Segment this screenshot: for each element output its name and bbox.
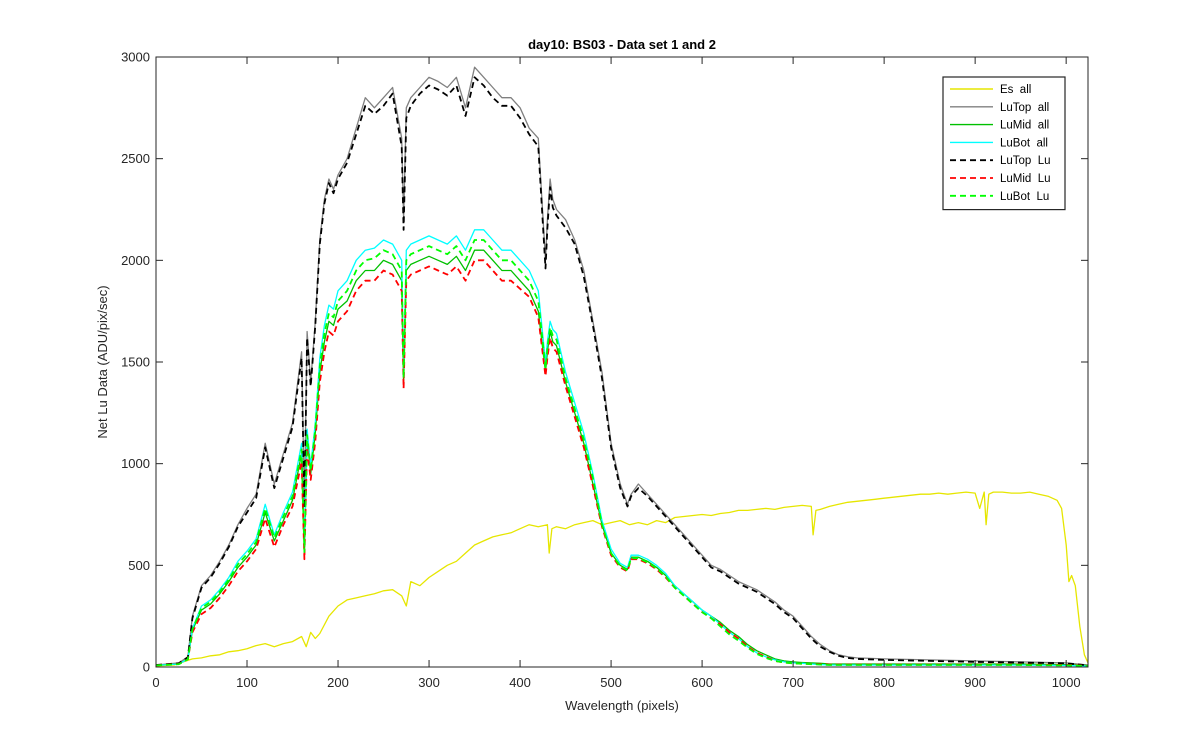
legend-label-lutop-all: LuTop all [1000, 102, 1049, 114]
chart-title: day10: BS03 - Data set 1 and 2 [528, 37, 716, 52]
x-tick-label: 700 [782, 675, 804, 690]
x-tick-label: 900 [964, 675, 986, 690]
x-tick-label: 200 [327, 675, 349, 690]
legend: Es all LuTop all LuMid all LuBot all LuTop L… [942, 76, 1066, 211]
y-tick-label: 1000 [121, 456, 150, 471]
x-axis-label: Wavelength (pixels) [565, 698, 679, 713]
x-tick-label: 500 [600, 675, 622, 690]
x-tick-label: 100 [236, 675, 258, 690]
chart-figure: 0 100 200 300 400 500 600 700 800 900 1000 0 500 1000… [0, 0, 1200, 750]
x-tick-label: 1000 [1052, 675, 1081, 690]
line-chart: 0 100 200 300 400 500 600 700 800 900 1000 0 500 1000… [0, 0, 1200, 750]
y-tick-label: 2500 [121, 151, 150, 166]
y-tick-label: 3000 [121, 50, 150, 65]
x-tick-label: 400 [509, 675, 531, 690]
y-tick-label: 0 [143, 660, 150, 675]
legend-label-lutop-lu: LuTop Lu [1000, 155, 1051, 167]
x-tick-label: 600 [691, 675, 713, 690]
legend-label-lubot-all: LuBot all [1000, 137, 1048, 149]
y-tick-label: 500 [128, 558, 150, 573]
x-tick-label: 800 [873, 675, 895, 690]
legend-label-es-all: Es all [1000, 84, 1031, 96]
y-tick-label: 2000 [121, 253, 150, 268]
legend-label-lumid-lu: LuMid Lu [1000, 173, 1051, 185]
x-tick-label: 300 [418, 675, 440, 690]
x-tick-label: 0 [152, 675, 159, 690]
y-tick-label: 1500 [121, 355, 150, 370]
legend-label-lumid-all: LuMid all [1000, 120, 1049, 132]
legend-label-lubot-lu: LuBot Lu [1000, 191, 1049, 203]
y-axis-label: Net Lu Data (ADU/pix/sec) [95, 285, 110, 438]
